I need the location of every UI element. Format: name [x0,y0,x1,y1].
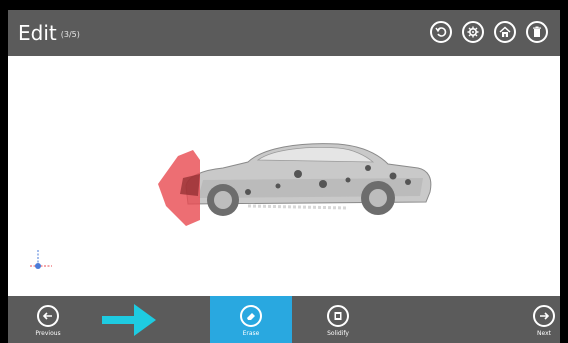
undo-button[interactable] [430,21,452,43]
arrow-left-icon [42,312,52,320]
erase-ring [240,305,262,327]
header-bar: Edit (3/5) [8,10,560,56]
settings-button[interactable] [462,21,484,43]
bottom-toolbar: Previous Erase Solidify Next [8,296,560,343]
axis-gizmo [30,250,52,269]
erase-button[interactable]: Erase [210,296,292,343]
home-icon [499,26,511,37]
next-label: Next [537,330,551,337]
solidify-icon [334,312,342,320]
title-text: Edit [18,21,57,45]
delete-icon [533,26,541,37]
pointer-arrow-icon [102,304,156,336]
previous-label: Previous [35,330,61,337]
erase-label: Erase [242,330,260,337]
page-title: Edit (3/5) [18,21,80,47]
next-ring [533,305,555,327]
next-button[interactable]: Next [526,296,560,343]
undo-icon [435,27,447,37]
app-window: Edit (3/5) Previous Erase Solidify Next [8,10,560,343]
arrow-right-icon [540,312,550,320]
header-actions [430,21,548,43]
delete-button[interactable] [526,21,548,43]
3d-viewport[interactable] [8,56,560,296]
step-counter: (3/5) [60,29,80,39]
scan-render [30,143,432,269]
home-button[interactable] [494,21,516,43]
eraser-icon [247,313,255,320]
previous-button[interactable]: Previous [28,296,68,343]
solidify-button[interactable]: Solidify [313,296,363,343]
solidify-ring [327,305,349,327]
previous-ring [37,305,59,327]
settings-icon [467,26,479,38]
solidify-label: Solidify [327,330,349,337]
screen-frame: Edit (3/5) Previous Erase Solidify Next [0,0,568,343]
car-scan-model [185,143,432,216]
